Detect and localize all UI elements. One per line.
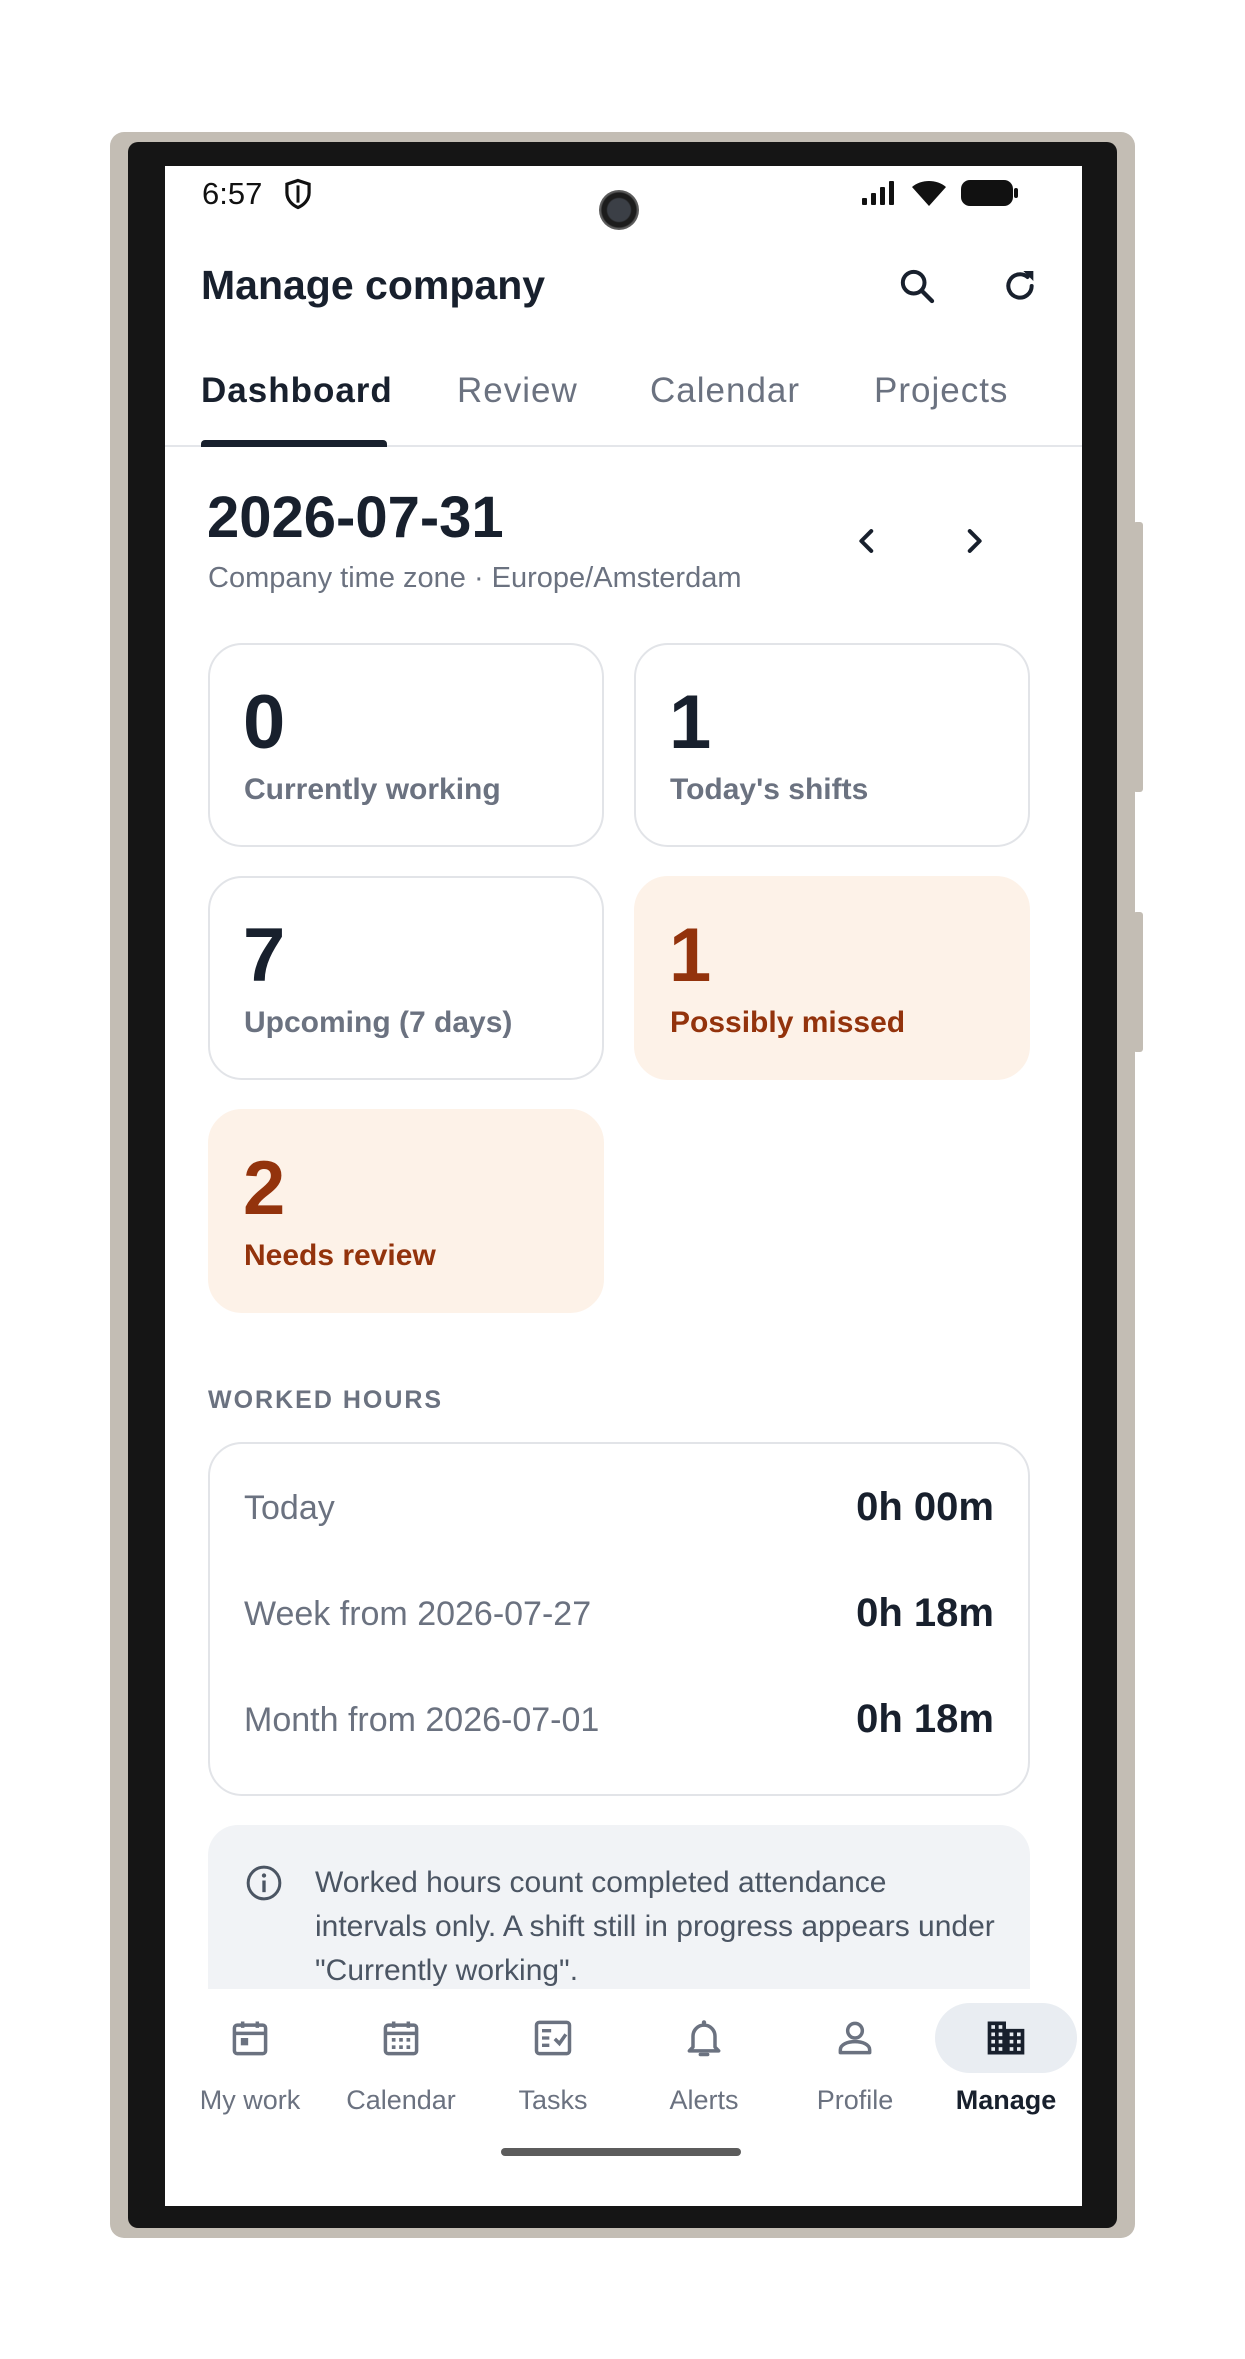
refresh-button[interactable] (990, 258, 1050, 318)
worked-hours-card: Today 0h 00m Week from 2026-07-27 0h 18m… (208, 1442, 1030, 1796)
side-button (1133, 522, 1143, 792)
tab-bar: Dashboard Review Calendar Projects (165, 349, 1082, 447)
tab-projects[interactable]: Projects (874, 371, 1008, 411)
stat-value: 2 (243, 1146, 286, 1231)
tab-calendar[interactable]: Calendar (650, 371, 800, 411)
stat-value: 1 (669, 680, 712, 765)
chevron-right-icon (957, 524, 991, 563)
tab-review[interactable]: Review (457, 371, 578, 411)
wifi-icon (910, 178, 948, 213)
nav-item-my-work[interactable]: My work (174, 1989, 326, 2139)
hours-row-month: Month from 2026-07-01 0h 18m (244, 1693, 994, 1753)
selected-date: 2026-07-31 (207, 485, 504, 550)
calendar-grid-icon (374, 2011, 428, 2065)
hours-row-week: Week from 2026-07-27 0h 18m (244, 1587, 994, 1647)
stat-label: Currently working (244, 773, 501, 806)
search-button[interactable] (887, 258, 947, 318)
calendar-day-icon (223, 2011, 277, 2065)
shield-icon (283, 178, 313, 215)
nav-label: Alerts (669, 2085, 739, 2115)
refresh-icon (1000, 266, 1040, 311)
previous-day-button[interactable] (837, 513, 897, 573)
hours-label: Week from 2026-07-27 (244, 1595, 592, 1633)
screen: 6:57 Manage company Dashboard Review Cal… (165, 166, 1082, 2206)
nav-label: My work (199, 2085, 301, 2115)
status-bar: 6:57 (165, 166, 1082, 230)
next-day-button[interactable] (944, 513, 1004, 573)
home-indicator[interactable] (501, 2148, 741, 2156)
building-icon (979, 2011, 1033, 2065)
hours-value: 0h 18m (856, 1591, 994, 1635)
nav-item-calendar[interactable]: Calendar (325, 1989, 477, 2139)
stat-label: Possibly missed (670, 1006, 906, 1039)
nav-label: Tasks (518, 2085, 588, 2115)
nav-item-tasks[interactable]: Tasks (477, 1989, 629, 2139)
stat-label: Today's shifts (670, 773, 869, 806)
stat-card-currently-working[interactable]: 0 Currently working (208, 643, 604, 847)
stat-card-upcoming[interactable]: 7 Upcoming (7 days) (208, 876, 604, 1080)
status-time: 6:57 (202, 176, 263, 211)
signal-icon (860, 179, 898, 212)
bottom-navigation: My work Calendar Tasks Alerts Profile Ma… (165, 1989, 1082, 2206)
hours-label: Today (244, 1489, 335, 1527)
tab-dashboard[interactable]: Dashboard (201, 371, 393, 411)
nav-item-manage[interactable]: Manage (930, 1989, 1082, 2139)
nav-label: Profile (816, 2085, 894, 2115)
stat-label: Upcoming (7 days) (244, 1006, 513, 1039)
stat-label: Needs review (244, 1239, 436, 1272)
task-check-icon (526, 2011, 580, 2065)
nav-item-alerts[interactable]: Alerts (628, 1989, 780, 2139)
stat-card-todays-shifts[interactable]: 1 Today's shifts (634, 643, 1030, 847)
hours-value: 0h 00m (856, 1485, 994, 1529)
info-note-text: Worked hours count completed attendance … (315, 1866, 995, 1987)
page-title: Manage company (201, 262, 546, 308)
stat-card-possibly-missed[interactable]: 1 Possibly missed (634, 876, 1030, 1080)
timezone-label: Company time zone · Europe/Amsterdam (208, 562, 742, 594)
nav-label: Manage (955, 2085, 1057, 2115)
bell-icon (677, 2011, 731, 2065)
worked-hours-heading: WORKED HOURS (208, 1386, 444, 1414)
status-icons (860, 178, 1020, 213)
search-icon (897, 266, 937, 311)
hours-row-today: Today 0h 00m (244, 1481, 994, 1541)
stat-value: 1 (669, 913, 712, 998)
battery-icon (960, 178, 1020, 213)
stat-value: 0 (243, 680, 286, 765)
hours-value: 0h 18m (856, 1697, 994, 1741)
person-icon (828, 2011, 882, 2065)
stat-card-needs-review[interactable]: 2 Needs review (208, 1109, 604, 1313)
chevron-left-icon (850, 524, 884, 563)
info-icon (244, 1863, 284, 1908)
nav-label: Calendar (346, 2085, 456, 2115)
app-bar: Manage company (165, 236, 1082, 346)
hours-label: Month from 2026-07-01 (244, 1701, 600, 1739)
side-button (1133, 912, 1143, 1052)
front-camera (599, 190, 639, 230)
tab-active-indicator (201, 440, 387, 447)
nav-item-profile[interactable]: Profile (779, 1989, 931, 2139)
stat-value: 7 (243, 913, 286, 998)
